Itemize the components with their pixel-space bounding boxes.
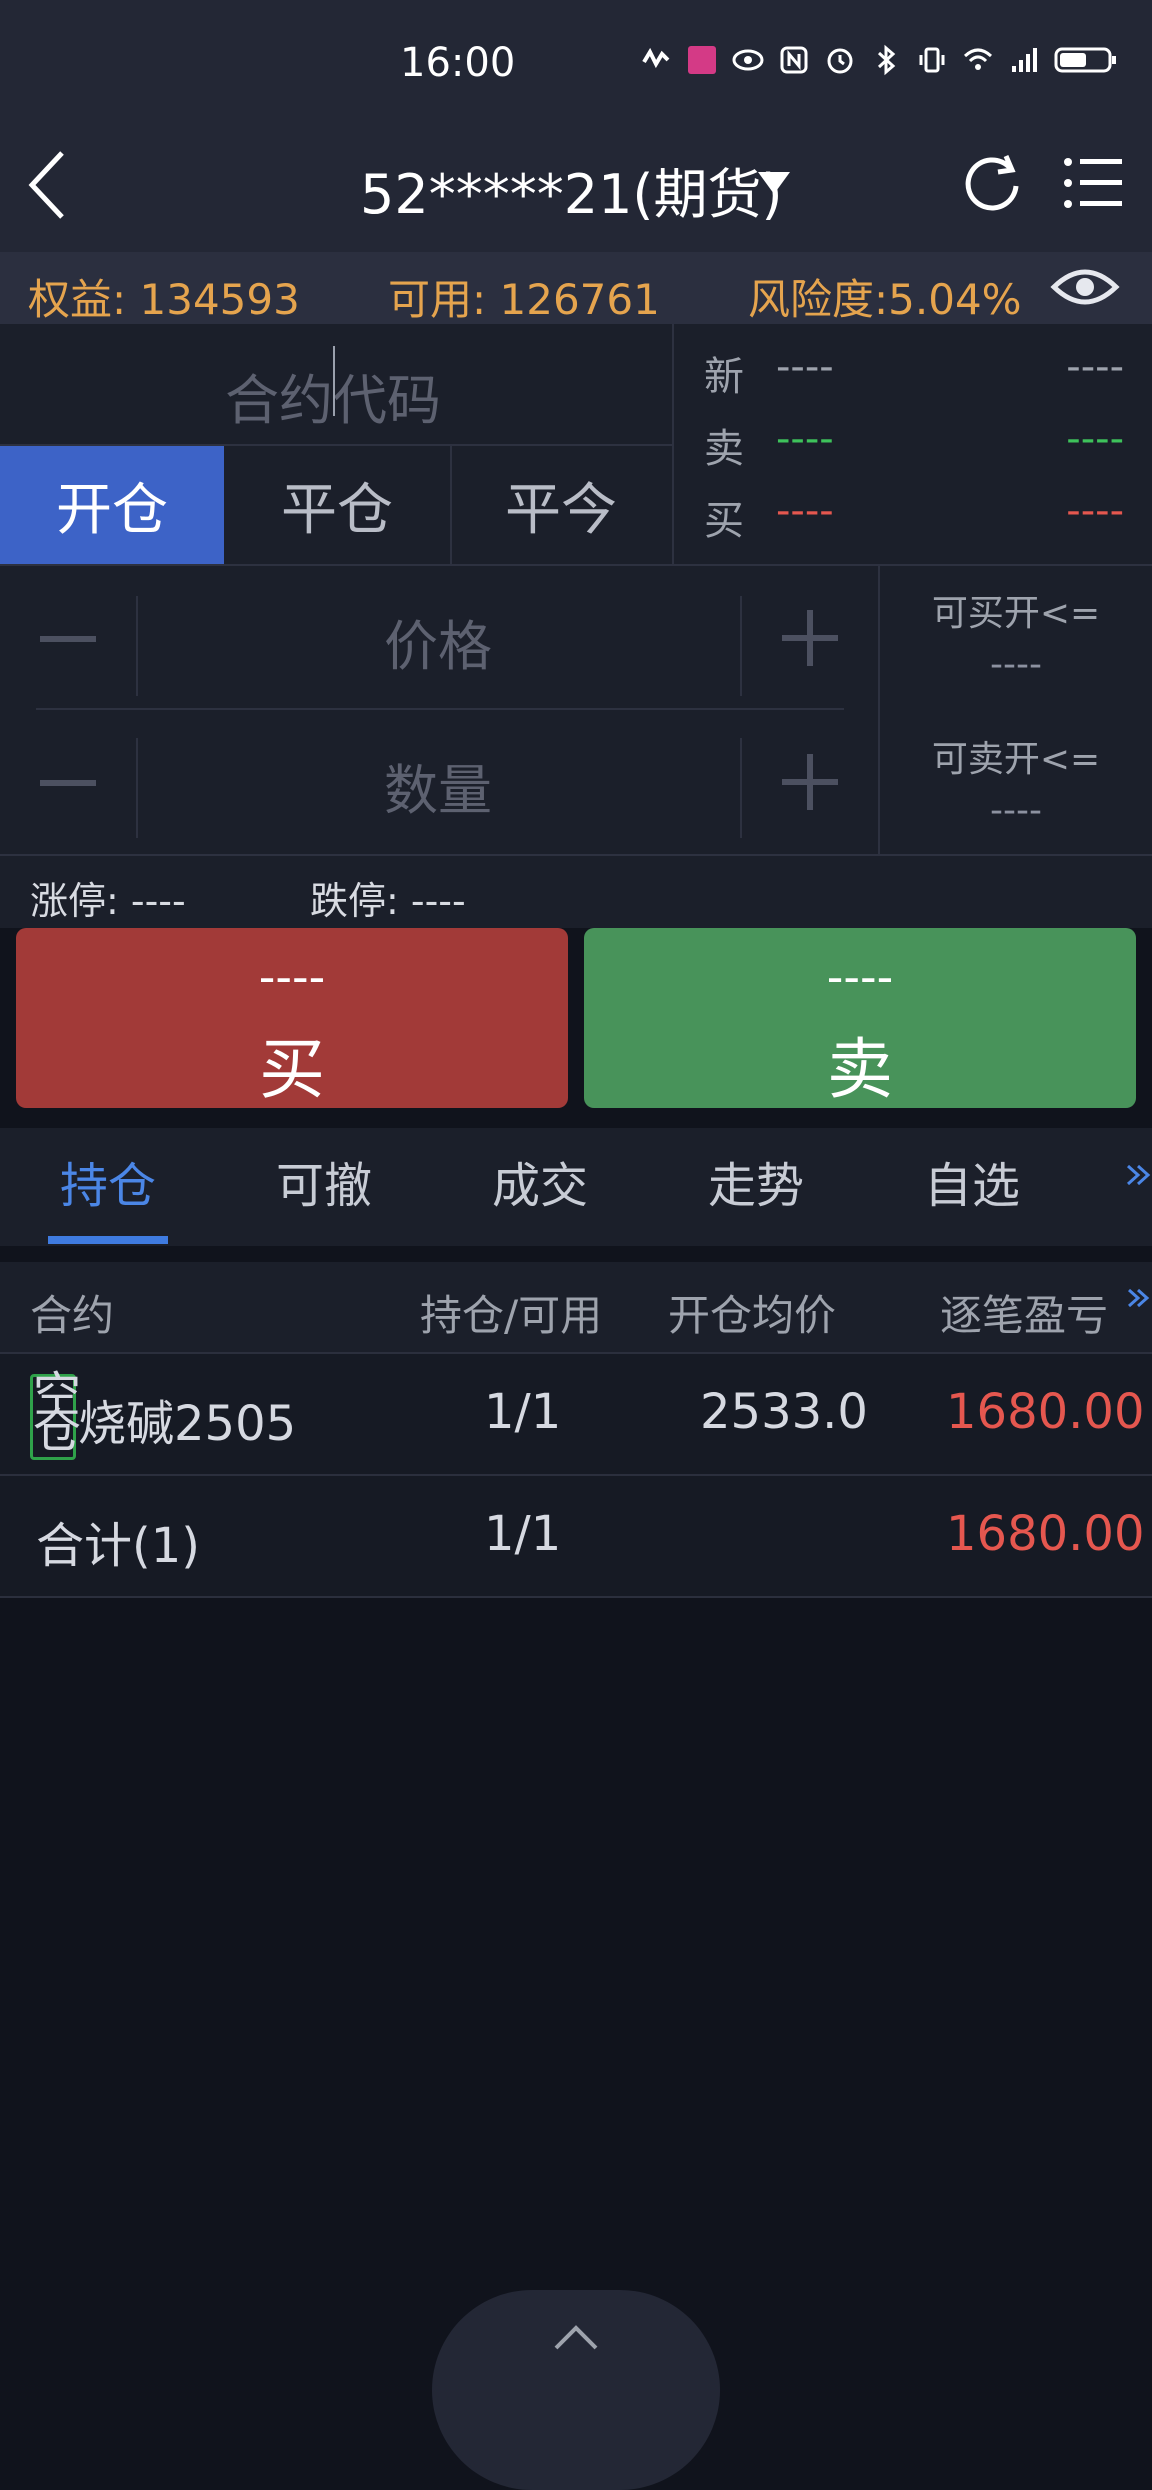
status-time: 16:00: [400, 40, 516, 86]
contract-code-input[interactable]: 合约代码: [0, 324, 672, 446]
tab-trend[interactable]: 走势: [708, 1146, 804, 1216]
tab-close-today[interactable]: 平今: [450, 446, 672, 564]
quantity-minus-button[interactable]: [40, 780, 96, 786]
buy-label: 买: [259, 1031, 325, 1108]
back-icon[interactable]: [24, 145, 72, 225]
quote-bid-row: 买 ---- ----: [704, 488, 1124, 548]
tab-positions[interactable]: 持仓: [60, 1146, 156, 1216]
row-pnl: 1680.00: [946, 1384, 1145, 1440]
limit-up-label: 涨停: ----: [30, 879, 186, 923]
quote-bid-label: 买: [704, 498, 744, 544]
can-buy-open: 可买开<= ----: [880, 584, 1152, 685]
divider: [136, 738, 138, 838]
price-plus-button[interactable]: [782, 610, 838, 666]
divider: [672, 324, 674, 564]
limit-prices: 涨停: ---- 跌停: ----: [0, 856, 1152, 928]
can-sell-open-value: ----: [990, 790, 1042, 831]
tab-trades[interactable]: 成交: [492, 1146, 588, 1216]
alarm-icon: [824, 44, 856, 76]
table-total-row: 合计(1) 1/1 1680.00: [0, 1474, 1152, 1598]
risk-label: 风险度:5.04%: [748, 275, 1022, 324]
heart-rate-icon: [640, 44, 672, 76]
table-row[interactable]: 空仓 烧碱2505 1/1 2533.0 1680.00: [0, 1352, 1152, 1474]
header-position: 持仓/可用: [420, 1291, 603, 1340]
row-avg-price: 2533.0: [700, 1384, 868, 1440]
bluetooth-icon: [870, 44, 902, 76]
short-position-badge: 空仓: [30, 1371, 81, 1460]
tab-cancelable[interactable]: 可撤: [276, 1146, 372, 1216]
quote-latest-value-2: ----: [1066, 344, 1124, 390]
tab-open-position[interactable]: 开仓: [0, 446, 224, 564]
sell-button[interactable]: ---- 卖: [584, 928, 1136, 1108]
quote-ask-label: 卖: [704, 426, 744, 472]
sell-price: ----: [826, 950, 894, 1004]
wifi-icon: [962, 44, 994, 76]
total-pnl: 1680.00: [946, 1506, 1145, 1562]
price-input[interactable]: 价格: [384, 602, 492, 681]
5g-signal-icon: [1008, 44, 1040, 76]
account-summary: 权益: 134593 可用: 126761 风险度:5.04%: [0, 252, 1152, 324]
can-sell-open: 可卖开<= ----: [880, 730, 1152, 831]
tab-close-position[interactable]: 平仓: [224, 446, 452, 564]
quantity-input[interactable]: 数量: [384, 746, 492, 825]
divider: [740, 596, 742, 696]
quote-latest-label: 新: [704, 354, 744, 400]
eye-icon[interactable]: [1050, 262, 1120, 312]
can-sell-open-label: 可卖开<=: [931, 739, 1101, 780]
can-buy-open-label: 可买开<=: [931, 593, 1101, 634]
divider: [740, 738, 742, 838]
double-chevron-right-icon[interactable]: [1126, 1278, 1152, 1328]
buy-price: ----: [258, 950, 326, 1004]
header-avg-price: 开仓均价: [668, 1291, 837, 1340]
sell-label: 卖: [827, 1031, 893, 1108]
quantity-plus-button[interactable]: [782, 754, 838, 810]
table-header: 合约 持仓/可用 开仓均价 逐笔盈亏: [0, 1262, 1152, 1352]
price-stepper: 价格: [0, 566, 878, 706]
row-position: 1/1: [484, 1384, 562, 1440]
tab-watchlist[interactable]: 自选: [924, 1146, 1020, 1216]
quote-ask-row: 卖 ---- ----: [704, 416, 1124, 476]
status-icons: [640, 44, 1118, 76]
header-contract: 合约: [30, 1291, 115, 1340]
total-position: 1/1: [484, 1506, 562, 1562]
header-pnl: 逐笔盈亏: [940, 1291, 1109, 1340]
divider: [136, 596, 138, 696]
eye-icon: [732, 44, 764, 76]
refresh-icon[interactable]: [962, 152, 1024, 214]
quote-ask-value: ----: [776, 416, 834, 462]
buy-button[interactable]: ---- 买: [16, 928, 568, 1108]
quote-ask-value-2: ----: [1066, 416, 1124, 462]
row-contract: 烧碱2505: [78, 1396, 297, 1452]
quote-bid-value-2: ----: [1066, 488, 1124, 534]
account-title[interactable]: 52*****21(期货): [360, 150, 783, 229]
vibrate-icon: [916, 44, 948, 76]
bottom-sheet-handle[interactable]: [432, 2290, 720, 2490]
chevron-up-icon[interactable]: [552, 2322, 600, 2352]
limit-down-label: 跌停: ----: [310, 879, 466, 923]
total-label: 合计(1): [36, 1518, 200, 1574]
tab-underline: [48, 1236, 168, 1244]
menu-icon[interactable]: [1062, 152, 1124, 214]
quote-bid-value: ----: [776, 488, 834, 534]
equity-label: 权益: 134593: [28, 275, 300, 324]
quote-latest-row: 新 ---- ----: [704, 344, 1124, 404]
price-minus-button[interactable]: [40, 636, 96, 642]
quantity-stepper: 数量: [0, 710, 878, 850]
available-label: 可用: 126761: [388, 275, 660, 324]
quote-latest-value: ----: [776, 344, 834, 390]
nfc-icon: [778, 44, 810, 76]
chevron-down-icon[interactable]: [756, 168, 792, 198]
double-chevron-right-icon[interactable]: [1124, 1150, 1152, 1200]
battery-icon: [1054, 44, 1118, 76]
app-badge-icon: [686, 44, 718, 76]
can-buy-open-value: ----: [990, 644, 1042, 685]
text-cursor: [333, 346, 335, 416]
